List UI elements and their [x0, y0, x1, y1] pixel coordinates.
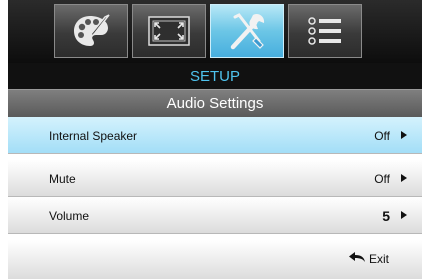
right-arrow-icon[interactable] [401, 131, 407, 139]
exit-row[interactable]: Exit [8, 240, 422, 279]
volume-value: 5 [382, 208, 390, 224]
tab-display[interactable] [132, 4, 206, 58]
right-arrow-icon[interactable] [401, 174, 407, 182]
tools-icon [225, 11, 269, 51]
volume-label: Volume [49, 209, 90, 223]
right-arrow-icon[interactable] [401, 211, 407, 219]
menu-title-bar: SETUP [8, 63, 422, 89]
exit-button[interactable]: Exit [348, 251, 389, 266]
osd-menu: SETUP Audio Settings Internal Speaker Of… [8, 0, 422, 279]
mute-value: Off [374, 172, 390, 186]
return-arrow-icon [348, 251, 366, 266]
tab-options[interactable] [288, 4, 362, 58]
mute-row[interactable]: Mute Off [8, 160, 422, 197]
list-icon [305, 14, 345, 48]
internal-speaker-value: Off [374, 129, 390, 143]
mute-label: Mute [49, 172, 76, 186]
volume-row[interactable]: Volume 5 [8, 197, 422, 234]
tab-setup[interactable] [210, 4, 284, 58]
submenu-title-bar: Audio Settings [8, 89, 422, 117]
menu-title: SETUP [189, 67, 240, 85]
screen-frame-icon [147, 15, 191, 47]
internal-speaker-row[interactable]: Internal Speaker Off [8, 117, 422, 154]
internal-speaker-label: Internal Speaker [49, 129, 138, 143]
tab-bar [8, 0, 422, 63]
exit-label: Exit [368, 251, 389, 266]
tab-image[interactable] [54, 4, 128, 58]
palette-icon [71, 13, 111, 49]
submenu-title: Audio Settings [166, 95, 264, 112]
